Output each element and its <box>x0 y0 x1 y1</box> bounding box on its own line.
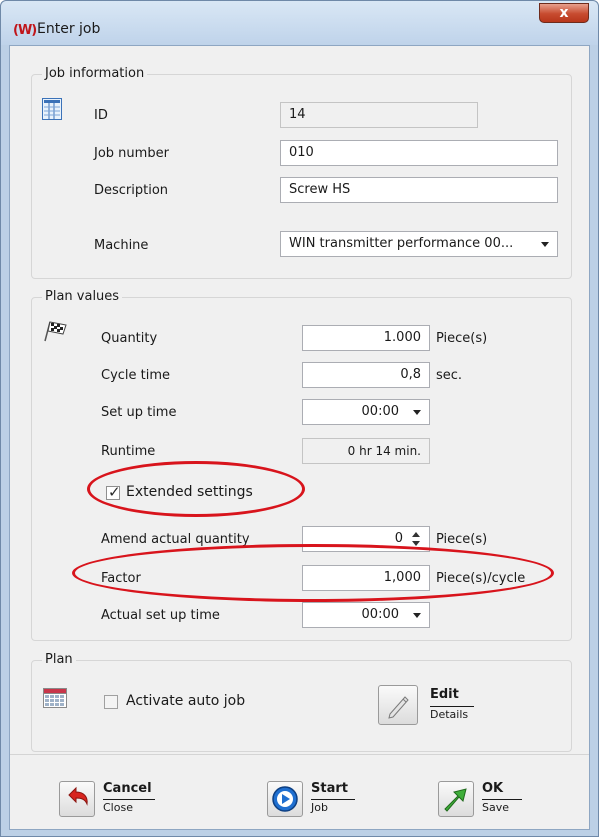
amend-quantity-spinner[interactable]: 0 <box>302 526 430 552</box>
extended-settings-label[interactable]: Extended settings <box>126 484 253 500</box>
job-number-input[interactable]: 010 <box>280 140 558 166</box>
runtime-field: 0 hr 14 min. <box>302 438 430 464</box>
cancel-button[interactable]: Cancel Close <box>59 781 169 821</box>
chevron-down-icon <box>413 410 421 415</box>
machine-dropdown-value: WIN transmitter performance 00... <box>289 236 514 251</box>
plan-title: Plan <box>42 652 76 667</box>
plan-group: Plan Activate auto job Edit Details <box>31 652 572 752</box>
runtime-label: Runtime <box>101 444 156 459</box>
window-title: Enter job <box>37 21 101 37</box>
spinner-arrows-icon[interactable] <box>411 528 421 550</box>
machine-label: Machine <box>94 238 149 253</box>
details-label: Details <box>430 708 469 721</box>
job-label: Job <box>311 801 328 814</box>
arrow-up-right-icon <box>438 781 474 817</box>
id-label: ID <box>94 108 108 123</box>
setup-time-label: Set up time <box>101 405 177 420</box>
setup-time-dropdown[interactable]: 00:00 <box>302 399 430 425</box>
undo-arrow-icon <box>59 781 95 817</box>
job-information-group: Job information ID 14 Job number 010 Des… <box>31 66 572 279</box>
cancel-underline <box>103 799 155 800</box>
button-bar: Cancel Close Start Job OK Save <box>10 755 589 829</box>
description-label: Description <box>94 183 169 198</box>
description-input[interactable]: Screw HS <box>280 177 558 203</box>
dialog-client-area: Job information ID 14 Job number 010 Des… <box>9 45 590 830</box>
checkered-flag-icon <box>42 320 68 346</box>
quantity-unit: Piece(s) <box>436 331 488 346</box>
checkmark-icon: ✓ <box>108 483 121 501</box>
setup-time-value: 00:00 <box>361 404 399 419</box>
amend-quantity-label: Amend actual quantity <box>101 532 250 547</box>
pencil-icon <box>378 685 418 725</box>
edit-details-button[interactable]: Edit Details <box>378 685 488 727</box>
cycle-time-label: Cycle time <box>101 368 171 383</box>
close-label: Close <box>103 801 133 814</box>
auto-job-checkbox[interactable] <box>104 695 118 709</box>
edit-label: Edit <box>430 687 459 702</box>
factor-input[interactable]: 1,000 <box>302 565 430 591</box>
plan-values-title: Plan values <box>42 289 123 304</box>
job-information-title: Job information <box>42 66 148 81</box>
machine-dropdown[interactable]: WIN transmitter performance 00... <box>280 231 558 257</box>
cancel-label: Cancel <box>103 781 152 796</box>
plan-values-group: Plan values Quantity 1.000 Piece(s) Cycl… <box>31 289 572 641</box>
play-icon <box>267 781 303 817</box>
job-number-label: Job number <box>94 146 169 161</box>
document-list-icon <box>42 98 62 124</box>
factor-label: Factor <box>101 571 141 586</box>
chevron-down-icon <box>413 613 421 618</box>
save-label: Save <box>482 801 510 814</box>
quantity-label: Quantity <box>101 331 158 346</box>
amend-quantity-value: 0 <box>394 531 403 546</box>
quantity-input[interactable]: 1.000 <box>302 325 430 351</box>
id-field: 14 <box>280 102 478 128</box>
start-job-button[interactable]: Start Job <box>267 781 377 821</box>
amend-quantity-unit: Piece(s) <box>436 532 488 547</box>
ok-label: OK <box>482 781 504 796</box>
auto-job-label[interactable]: Activate auto job <box>126 693 245 709</box>
calendar-icon <box>43 688 67 712</box>
cycle-time-input[interactable]: 0,8 <box>302 362 430 388</box>
chevron-down-icon <box>541 242 549 247</box>
dialog-window: (W) Enter job x Job information ID 14 Jo… <box>0 0 599 837</box>
extended-settings-checkbox[interactable]: ✓ <box>106 483 121 501</box>
app-logo-icon: (W) <box>13 23 37 38</box>
ok-save-button[interactable]: OK Save <box>438 781 548 821</box>
actual-setup-time-value: 00:00 <box>361 607 399 622</box>
start-label: Start <box>311 781 348 796</box>
actual-setup-time-label: Actual set up time <box>101 608 220 623</box>
ok-underline <box>482 799 522 800</box>
actual-setup-time-dropdown[interactable]: 00:00 <box>302 602 430 628</box>
edit-underline <box>430 706 474 707</box>
cycle-time-unit: sec. <box>436 368 463 383</box>
close-button[interactable]: x <box>539 3 589 23</box>
title-bar: (W) Enter job x <box>1 1 598 45</box>
start-underline <box>311 799 355 800</box>
factor-unit: Piece(s)/cycle <box>436 571 526 586</box>
